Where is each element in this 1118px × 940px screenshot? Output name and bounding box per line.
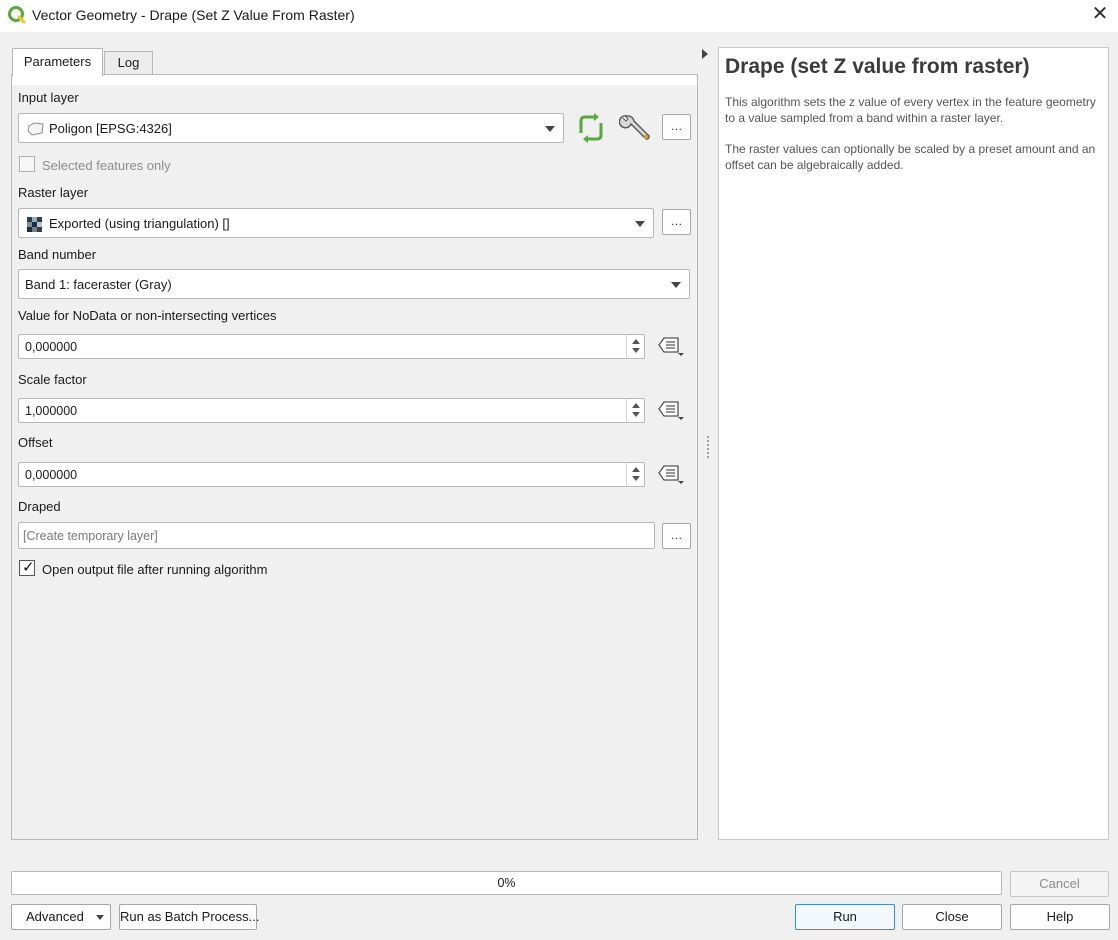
tab-parameters[interactable]: Parameters (12, 48, 103, 76)
run-batch-button[interactable]: Run as Batch Process... (119, 904, 259, 930)
draped-output-options-button[interactable]: … (662, 523, 691, 549)
progress-bar: 0% (11, 871, 1002, 895)
scale-factor-spinbox[interactable]: 1,000000 (18, 398, 645, 423)
cancel-button[interactable]: Cancel (1010, 871, 1109, 897)
chevron-down-icon (671, 282, 681, 288)
raster-layer-icon (27, 217, 42, 232)
nodata-label: Value for NoData or non-intersecting ver… (18, 308, 277, 323)
selected-features-label: Selected features only (42, 158, 171, 173)
chevron-down-icon (545, 126, 555, 132)
scale-factor-label: Scale factor (18, 372, 87, 387)
advanced-label: Advanced (26, 909, 84, 924)
help-title: Drape (set Z value from raster) (725, 55, 1030, 78)
help-button[interactable]: Help (1010, 904, 1110, 930)
close-button[interactable]: Close (902, 904, 1002, 930)
checkmark-icon: ✓ (22, 559, 35, 576)
scale-factor-value: 1,000000 (25, 404, 78, 418)
input-layer-label: Input layer (18, 90, 79, 105)
offset-label: Offset (18, 435, 53, 450)
qgis-logo-icon (8, 6, 26, 24)
input-layer-value: Poligon [EPSG:4326] (49, 121, 172, 136)
help-paragraph: This algorithm sets the z value of every… (725, 95, 1096, 125)
spin-up-icon[interactable] (632, 467, 640, 472)
window-title: Vector Geometry - Drape (Set Z Value Fro… (32, 7, 355, 23)
collapse-help-arrow-icon[interactable] (702, 49, 708, 59)
open-output-label: Open output file after running algorithm (42, 562, 268, 577)
data-defined-override-icon[interactable] (656, 335, 686, 359)
offset-spinbox[interactable]: 0,000000 (18, 462, 645, 487)
parameters-panel (11, 74, 698, 840)
raster-layer-options-button[interactable]: … (662, 209, 691, 235)
data-defined-override-icon[interactable] (656, 399, 686, 423)
band-number-combo[interactable]: Band 1: faceraster (Gray) (18, 269, 690, 299)
raster-layer-label: Raster layer (18, 185, 89, 200)
open-output-checkbox[interactable]: ✓ (19, 559, 35, 576)
progress-text: 0% (497, 876, 516, 890)
spin-arrows[interactable] (626, 335, 644, 358)
draped-placeholder: [Create temporary layer] (23, 529, 158, 543)
spin-down-icon[interactable] (632, 412, 640, 417)
advanced-button[interactable]: Advanced (11, 904, 111, 930)
close-window-icon[interactable]: ✕ (1090, 4, 1110, 24)
selected-features-checkbox[interactable] (19, 156, 35, 172)
nodata-spinbox[interactable]: 0,000000 (18, 334, 645, 359)
data-defined-override-icon[interactable] (656, 463, 686, 487)
raster-layer-value: Exported (using triangulation) [] (49, 216, 230, 231)
splitter-handle[interactable] (707, 436, 709, 458)
band-number-label: Band number (18, 247, 97, 262)
title-bar: Vector Geometry - Drape (Set Z Value Fro… (0, 0, 1118, 32)
nodata-value: 0,000000 (25, 340, 78, 354)
offset-value: 0,000000 (25, 468, 78, 482)
input-layer-combo[interactable]: Poligon [EPSG:4326] (18, 113, 564, 143)
wrench-settings-icon[interactable] (619, 112, 653, 144)
help-panel: Drape (set Z value from raster) This alg… (718, 47, 1109, 840)
spin-arrows[interactable] (626, 399, 644, 422)
spin-down-icon[interactable] (632, 348, 640, 353)
raster-layer-combo[interactable]: Exported (using triangulation) [] (18, 208, 654, 238)
iterate-refresh-icon[interactable] (575, 113, 607, 143)
spin-up-icon[interactable] (632, 339, 640, 344)
spin-up-icon[interactable] (632, 403, 640, 408)
draped-output-field[interactable]: [Create temporary layer] (18, 522, 655, 549)
draped-label: Draped (18, 499, 61, 514)
tab-log[interactable]: Log (104, 51, 153, 75)
spin-down-icon[interactable] (632, 476, 640, 481)
chevron-down-icon (96, 915, 104, 920)
band-number-value: Band 1: faceraster (Gray) (25, 277, 172, 292)
help-paragraph: The raster values can optionally be scal… (725, 142, 1096, 172)
chevron-down-icon (635, 221, 645, 227)
polygon-layer-icon (27, 122, 44, 136)
spin-arrows[interactable] (626, 463, 644, 486)
input-layer-options-button[interactable]: … (662, 114, 691, 140)
run-button[interactable]: Run (795, 904, 895, 930)
